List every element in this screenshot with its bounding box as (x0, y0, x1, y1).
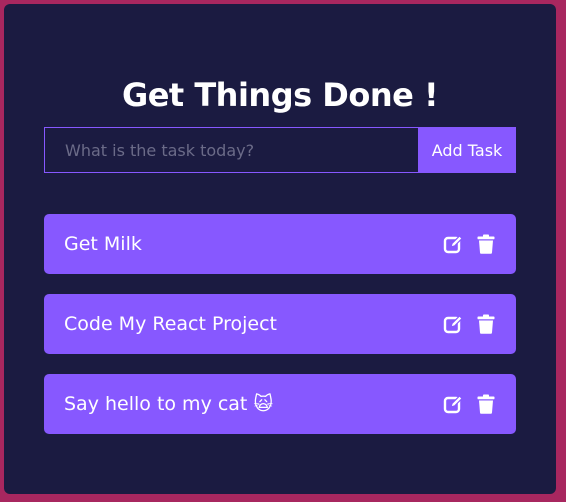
todo-item: Say hello to my cat 🙀 (44, 374, 516, 434)
task-input[interactable] (44, 127, 418, 173)
todo-actions (443, 394, 496, 414)
add-task-form: Add Task (44, 127, 516, 173)
todo-actions (443, 234, 496, 254)
page-title: Get Things Done ! (121, 76, 439, 115)
todo-text[interactable]: Code My React Project (64, 313, 277, 335)
todo-text[interactable]: Say hello to my cat 🙀 (64, 393, 273, 415)
todo-actions (443, 314, 496, 334)
edit-icon[interactable] (443, 234, 463, 254)
todo-card: Get Things Done ! Add Task Get Milk (4, 4, 556, 494)
add-task-button[interactable]: Add Task (418, 127, 516, 173)
todo-list: Get Milk Code My React Project Say hello… (44, 214, 516, 454)
trash-icon[interactable] (476, 234, 496, 254)
trash-icon[interactable] (476, 314, 496, 334)
todo-text[interactable]: Get Milk (64, 233, 142, 255)
edit-icon[interactable] (443, 314, 463, 334)
todo-item: Code My React Project (44, 294, 516, 354)
trash-icon[interactable] (476, 394, 496, 414)
todo-item: Get Milk (44, 214, 516, 274)
edit-icon[interactable] (443, 394, 463, 414)
